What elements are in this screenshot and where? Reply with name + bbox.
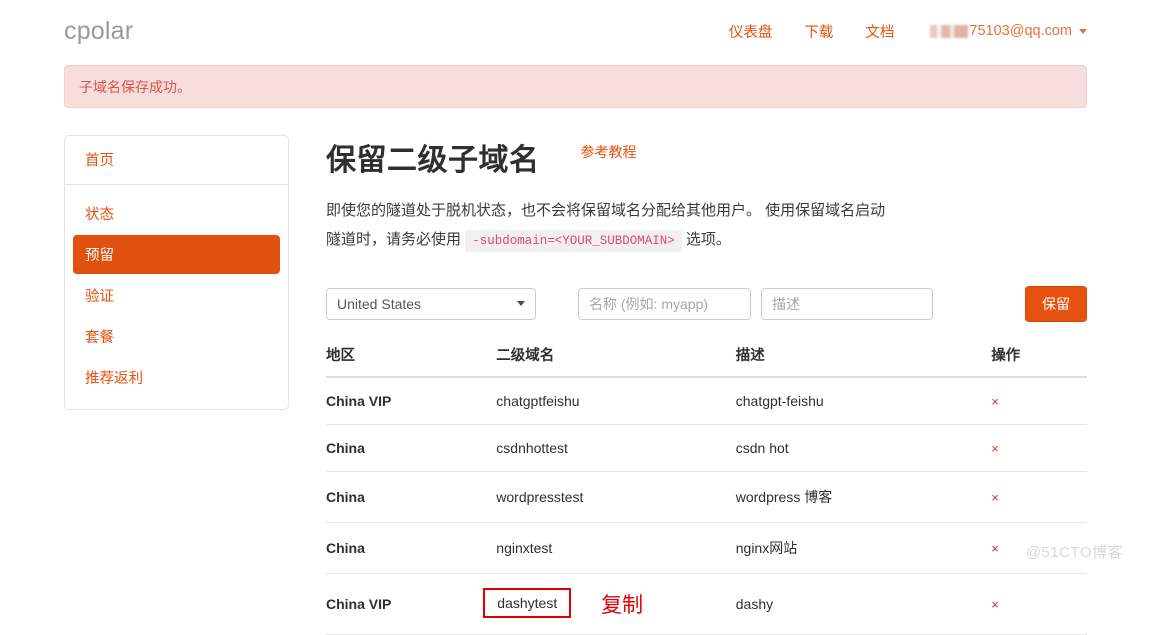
cell-description: nginx网站 [735, 522, 992, 574]
page-title: 保留二级子域名 [326, 144, 540, 177]
cell-description: chatgpt-feishu [735, 377, 992, 425]
table-head: 地区 二级域名 描述 操作 [326, 344, 1087, 378]
cell-description: wordpress 博客 [735, 471, 992, 523]
sidebar-item-verify[interactable]: 验证 [73, 276, 280, 315]
sidebar-item-home[interactable]: 首页 [85, 153, 114, 169]
region-select[interactable]: United States China China VIP [326, 288, 536, 320]
cell-region: China [326, 424, 497, 472]
cell-domain: dashytest 复制 [483, 573, 736, 635]
column-header-description: 描述 [735, 344, 992, 378]
cell-region: China [326, 522, 497, 574]
subdomain-code-snippet: -subdomain=<YOUR_SUBDOMAIN> [465, 230, 682, 252]
sidebar-item-referral[interactable]: 推荐返利 [73, 358, 280, 397]
sidebar-item-reserved[interactable]: 预留 [73, 235, 280, 274]
table-row: China csdnhottest csdn hot × [326, 424, 1087, 472]
page-description: 即使您的隧道处于脱机状态，也不会将保留域名分配给其他用户。 使用保留域名启动隧道… [326, 196, 896, 256]
cell-region: China [326, 471, 497, 523]
cell-region: China VIP [326, 377, 497, 425]
nav-link-dashboard[interactable]: 仪表盘 [729, 21, 773, 42]
delete-icon[interactable]: × [991, 541, 999, 556]
page-body: 首页 状态 预留 验证 套餐 推荐返利 保留二级子域名 参考教程 即使您的隧道处… [0, 108, 1149, 635]
account-email: 75103@qq.com [969, 23, 1072, 39]
cell-domain: csdnhottest [496, 424, 736, 472]
main-content: 保留二级子域名 参考教程 即使您的隧道处于脱机状态，也不会将保留域名分配给其他用… [289, 135, 1087, 635]
reserve-form: United States China China VIP 保留 [326, 286, 1087, 322]
success-alert: 子域名保存成功。 [64, 65, 1087, 108]
watermark: @51CTO博客 [1025, 544, 1123, 561]
delete-icon[interactable]: × [991, 394, 999, 409]
table-row: China VIP dashytest 复制 dashy × [326, 573, 1087, 635]
cell-description: csdn hot [735, 424, 992, 472]
site-header: cpolar 仪表盘 下载 文档 75103@qq.com [0, 0, 1149, 62]
masked-email-prefix [930, 24, 969, 38]
table-header-row: 地区 二级域名 描述 操作 [326, 344, 1087, 378]
cell-description: dashy [735, 573, 992, 635]
cell-domain: wordpresstest [496, 471, 736, 523]
subdomain-name-input[interactable] [578, 288, 751, 320]
chevron-down-icon [1079, 28, 1087, 34]
tutorial-link[interactable]: 参考教程 [581, 142, 637, 162]
cell-action: × [991, 573, 1087, 635]
delete-icon[interactable]: × [991, 597, 999, 612]
account-menu[interactable]: 75103@qq.com [930, 23, 1087, 39]
cell-action: × [991, 424, 1087, 472]
highlight-annotation-box: dashytest [483, 587, 572, 618]
nav-link-docs[interactable]: 文档 [865, 21, 894, 42]
sidebar-list: 状态 预留 验证 套餐 推荐返利 [65, 185, 288, 397]
sidebar-item-status[interactable]: 状态 [73, 194, 280, 233]
column-header-action: 操作 [991, 344, 1087, 378]
cell-domain: nginxtest [496, 522, 736, 574]
nav-link-download[interactable]: 下载 [804, 21, 833, 42]
reserve-button[interactable]: 保留 [1025, 286, 1087, 322]
alert-message: 子域名保存成功。 [79, 78, 191, 95]
delete-icon[interactable]: × [991, 441, 999, 456]
table-row: China nginxtest nginx网站 × [326, 522, 1087, 574]
cell-domain: chatgptfeishu [496, 377, 736, 425]
table-body: China VIP chatgptfeishu chatgpt-feishu ×… [326, 377, 1087, 635]
logo[interactable]: cpolar [64, 17, 133, 46]
sidebar-header: 首页 [65, 136, 288, 185]
column-header-region: 地区 [326, 344, 497, 378]
header-nav: 仪表盘 下载 文档 75103@qq.com [697, 21, 1087, 42]
sidebar-item-plans[interactable]: 套餐 [73, 317, 280, 356]
cell-action: × [991, 377, 1087, 425]
table-row: China VIP chatgptfeishu chatgpt-feishu × [326, 377, 1087, 425]
reserved-domains-table: 地区 二级域名 描述 操作 China VIP chatgptfeishu ch… [326, 344, 1087, 635]
region-select-wrap: United States China China VIP [326, 288, 536, 320]
description-text-part2: 选项。 [685, 231, 731, 248]
column-header-domain: 二级域名 [496, 344, 736, 378]
delete-icon[interactable]: × [991, 490, 999, 505]
table-row: China wordpresstest wordpress 博客 × [326, 471, 1087, 523]
cell-action: × [991, 471, 1087, 523]
title-row: 保留二级子域名 参考教程 [326, 135, 1087, 179]
sidebar: 首页 状态 预留 验证 套餐 推荐返利 [64, 135, 289, 410]
subdomain-desc-input[interactable] [761, 288, 933, 320]
cell-region: China VIP [326, 573, 497, 635]
copy-annotation-label: 复制 [601, 594, 644, 617]
